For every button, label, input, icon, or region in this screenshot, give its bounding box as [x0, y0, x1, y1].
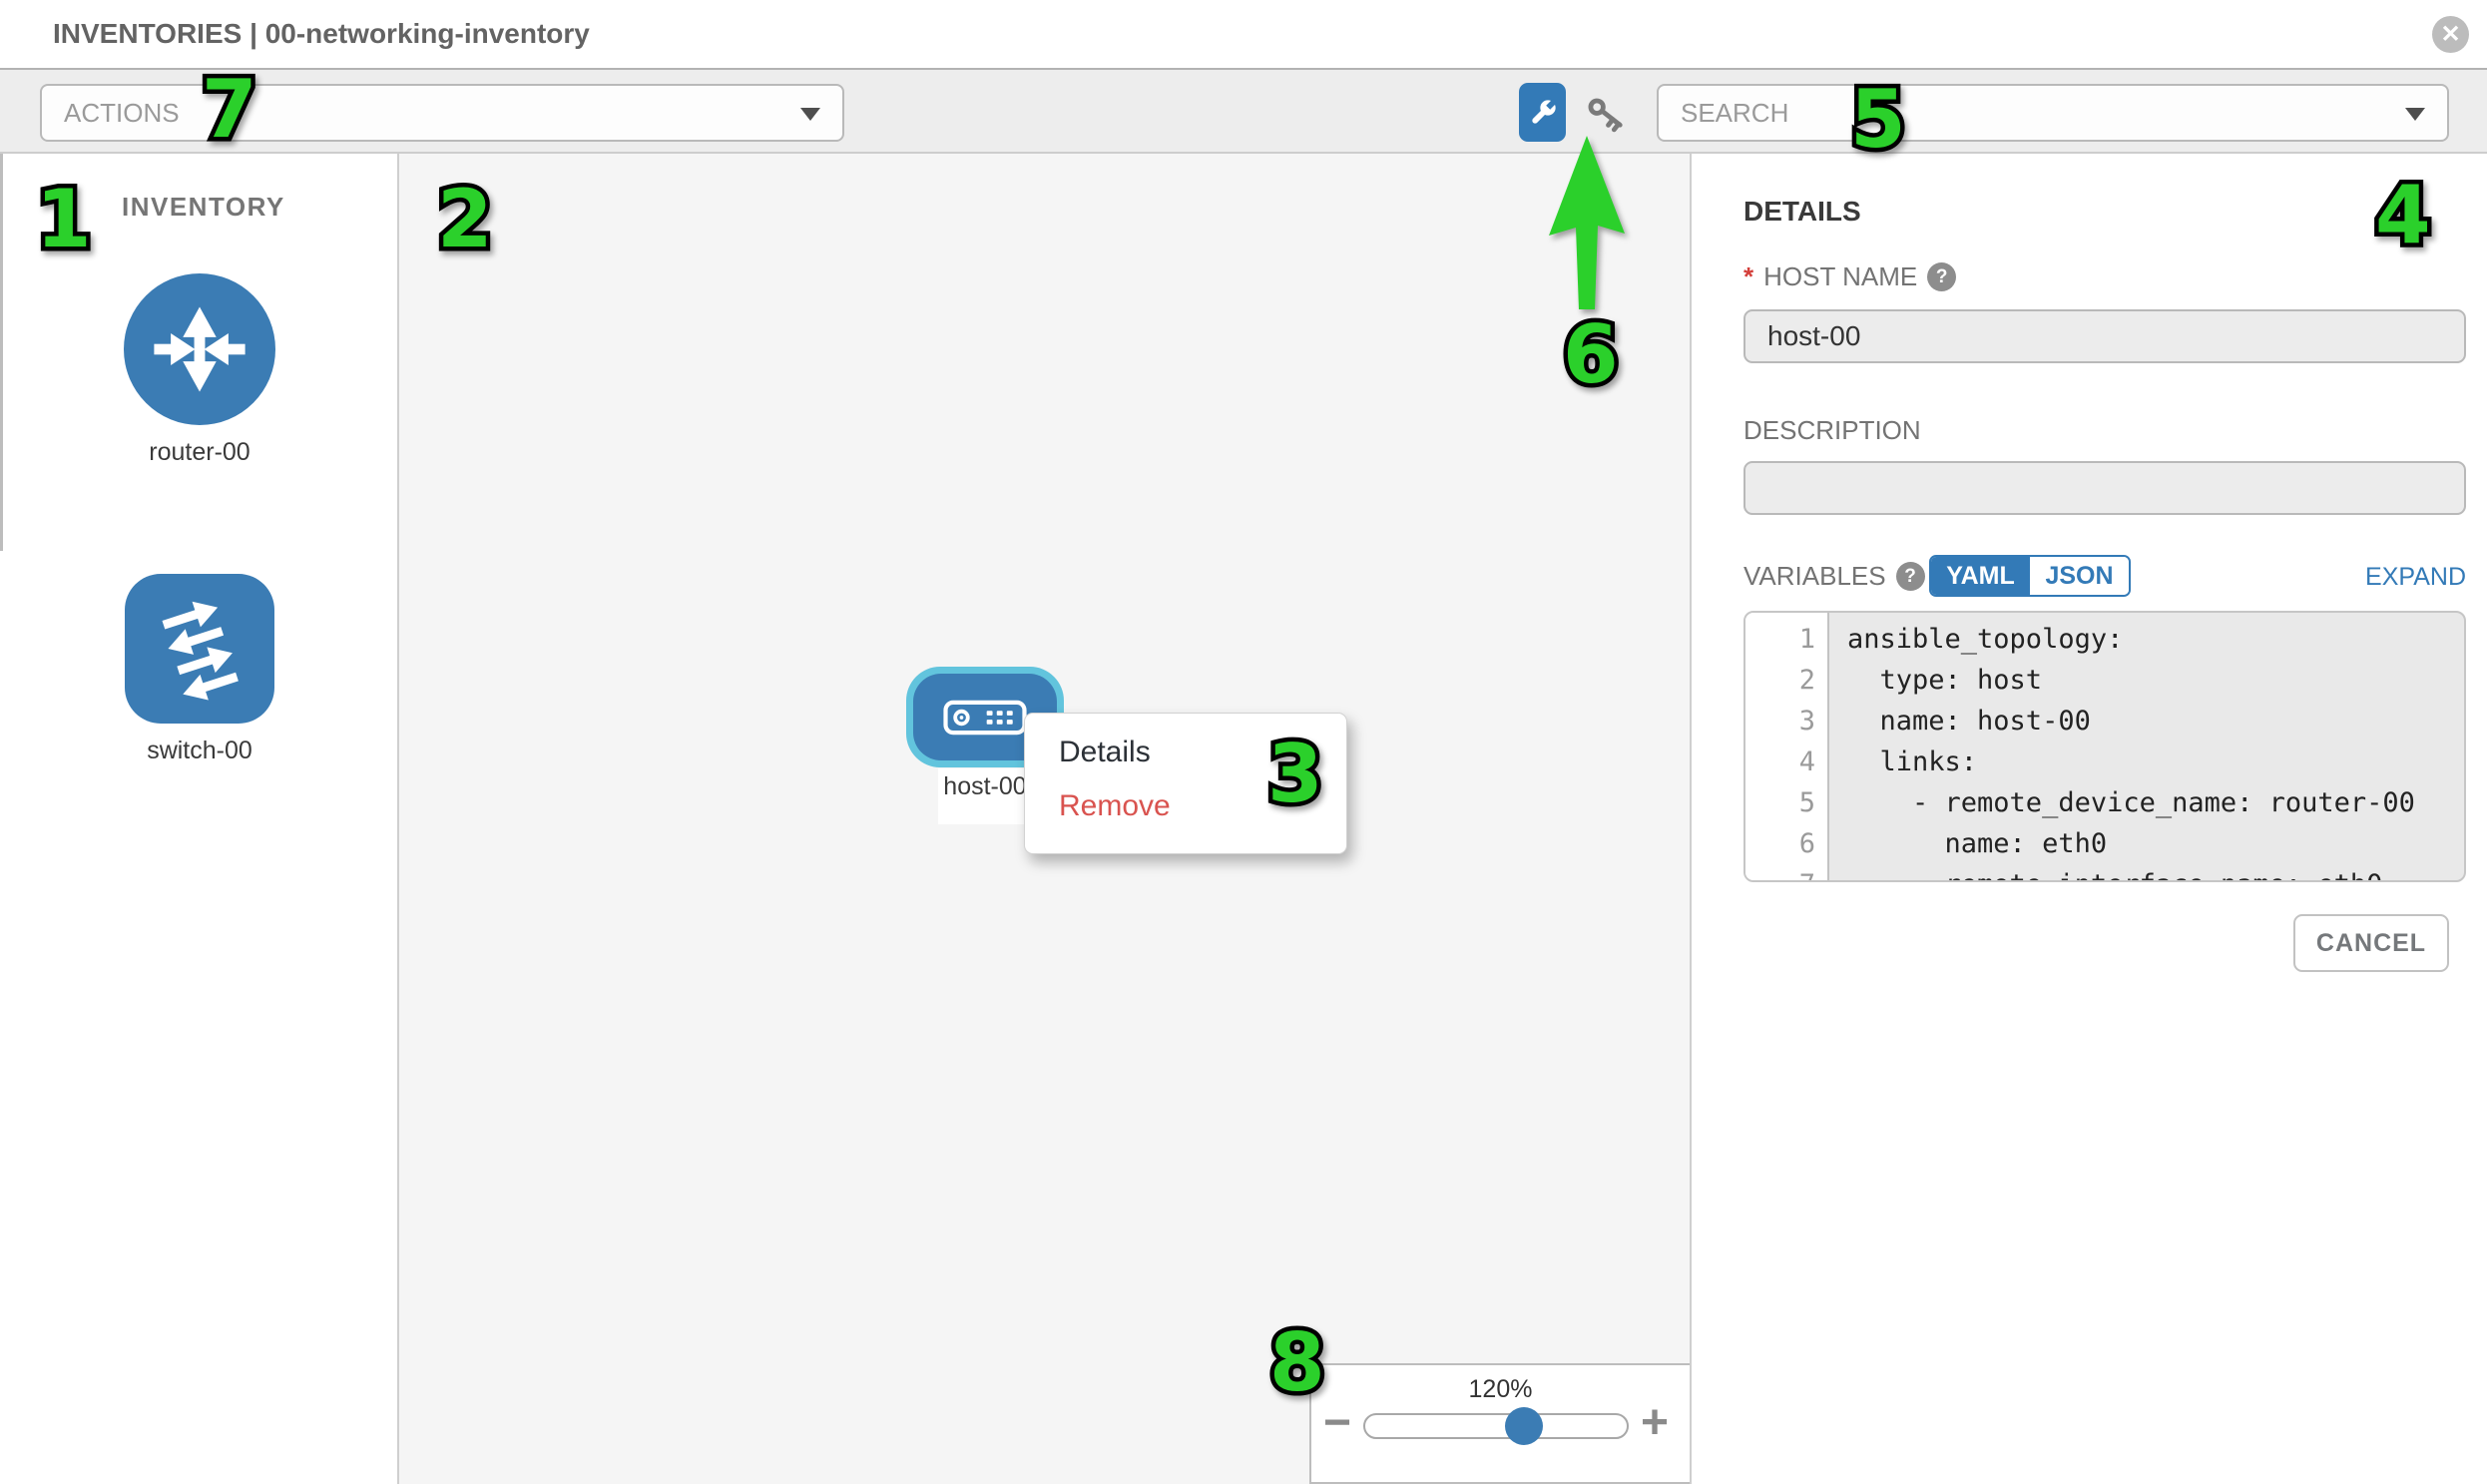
line-number: 2: [1745, 660, 1829, 701]
line-text: - remote_device_name: router-00: [1829, 782, 2415, 823]
line-number: 6: [1745, 823, 1829, 864]
line-text: name: eth0: [1829, 823, 2107, 864]
line-text: ansible_topology:: [1829, 619, 2123, 660]
switch-icon: [125, 574, 274, 724]
code-line: 2 type: host: [1745, 660, 2464, 701]
palette-item-label: router-00: [110, 438, 289, 467]
palette-item-switch[interactable]: switch-00: [110, 574, 289, 765]
palette-item-router[interactable]: router-00: [110, 273, 289, 467]
key-icon: [1583, 96, 1627, 140]
zoom-slider-track[interactable]: [1363, 1413, 1629, 1439]
cancel-button[interactable]: CANCEL: [2293, 914, 2449, 972]
search-dropdown[interactable]: SEARCH: [1657, 84, 2449, 142]
expand-link[interactable]: EXPAND: [2365, 563, 2466, 592]
toggle-json-button[interactable]: JSON: [2030, 557, 2129, 595]
search-input: SEARCH: [1681, 98, 1788, 129]
key-button[interactable]: [1581, 94, 1629, 142]
host-name-input[interactable]: [1743, 309, 2466, 363]
details-panel-heading: DETAILS: [1743, 196, 1861, 228]
line-number: 1: [1745, 619, 1829, 660]
description-label: DESCRIPTION: [1743, 415, 1921, 446]
chevron-down-icon: [800, 108, 820, 121]
zoom-in-button[interactable]: +: [1641, 1399, 1669, 1447]
description-input[interactable]: [1743, 461, 2466, 515]
code-line: 1ansible_topology:: [1745, 619, 2464, 660]
code-line: 4 links:: [1745, 742, 2464, 782]
host-name-label-text: HOST NAME: [1763, 261, 1917, 292]
variables-label: VARIABLES ?: [1743, 561, 1925, 592]
line-text: type: host: [1829, 660, 2042, 701]
help-glyph: ?: [1936, 266, 1948, 288]
host-icon: [943, 700, 1027, 736]
palette-item-label: switch-00: [110, 737, 289, 765]
toolbar: ACTIONS SEARCH: [0, 70, 2487, 154]
context-menu: Details Remove: [1024, 713, 1347, 854]
line-number: 4: [1745, 742, 1829, 782]
configure-button[interactable]: [1519, 83, 1566, 142]
line-number: 7: [1745, 864, 1829, 882]
code-line: 6 name: eth0: [1745, 823, 2464, 864]
help-icon[interactable]: ?: [1927, 262, 1956, 291]
code-line: 7 remote_interface_name: eth0: [1745, 864, 2464, 882]
code-lines: 1ansible_topology: 2 type: host 3 name: …: [1745, 619, 2464, 882]
context-menu-item-details[interactable]: Details: [1025, 726, 1346, 779]
variables-label-text: VARIABLES: [1743, 561, 1886, 592]
host-node-label: host-00: [932, 772, 1038, 801]
zoom-out-button[interactable]: −: [1323, 1399, 1351, 1447]
actions-dropdown-label: ACTIONS: [64, 98, 180, 129]
sidebar-scrollbar[interactable]: [0, 154, 3, 551]
toggle-yaml-button[interactable]: YAML: [1931, 557, 2030, 595]
variables-code-editor[interactable]: 1ansible_topology: 2 type: host 3 name: …: [1743, 611, 2466, 882]
host-name-label: * HOST NAME ?: [1743, 261, 1956, 292]
zoom-level-label: 120%: [1311, 1375, 1690, 1404]
actions-dropdown[interactable]: ACTIONS: [40, 84, 844, 142]
variables-format-toggle: YAML JSON: [1929, 555, 2131, 597]
context-menu-item-remove[interactable]: Remove: [1025, 779, 1346, 833]
line-number: 3: [1745, 701, 1829, 742]
zoom-slider-knob[interactable]: [1505, 1407, 1543, 1445]
variables-row: VARIABLES ? YAML JSON EXPAND: [1743, 555, 2466, 599]
details-panel: DETAILS * HOST NAME ? DESCRIPTION VARIAB…: [1694, 154, 2487, 1484]
topology-canvas[interactable]: host-00 Details Remove 120% − +: [399, 154, 1692, 1484]
chevron-down-icon: [2405, 108, 2425, 121]
code-line: 3 name: host-00: [1745, 701, 2464, 742]
close-glyph: ✕: [2440, 20, 2460, 49]
line-text: name: host-00: [1829, 701, 2091, 742]
line-text: remote_interface_name: eth0: [1829, 864, 2382, 882]
close-icon[interactable]: ✕: [2432, 16, 2469, 53]
page-title: INVENTORIES | 00-networking-inventory: [53, 18, 590, 50]
wrench-icon: [1526, 96, 1560, 130]
help-glyph: ?: [1904, 566, 1916, 588]
line-text: links:: [1829, 742, 1977, 782]
sidebar-heading: INVENTORY: [122, 192, 285, 223]
description-label-text: DESCRIPTION: [1743, 415, 1921, 446]
help-icon[interactable]: ?: [1896, 562, 1925, 591]
inventory-sidebar: INVENTORY router-00: [0, 154, 399, 1484]
app-window: INVENTORIES | 00-networking-inventory ✕ …: [0, 0, 2487, 1484]
required-asterisk: *: [1743, 261, 1753, 292]
code-line: 5 - remote_device_name: router-00: [1745, 782, 2464, 823]
header-bar: INVENTORIES | 00-networking-inventory ✕: [0, 0, 2487, 70]
line-number: 5: [1745, 782, 1829, 823]
router-icon: [124, 273, 275, 425]
zoom-widget: 120% − +: [1309, 1363, 1690, 1484]
